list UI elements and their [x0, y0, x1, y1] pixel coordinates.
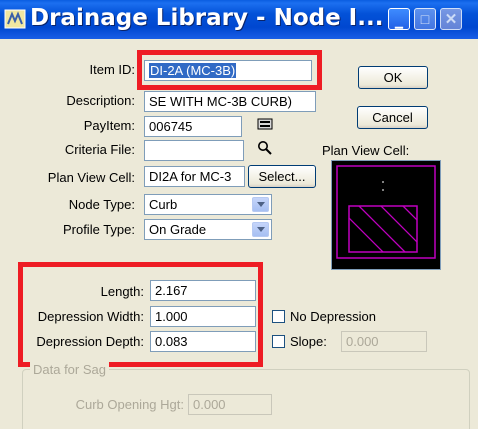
- depression-depth-label: Depression Depth:: [36, 334, 144, 349]
- no-depression-checkbox[interactable]: [272, 310, 285, 323]
- item-id-highlight: [137, 50, 322, 90]
- select-cell-button[interactable]: Select...: [248, 165, 316, 188]
- node-type-value: Curb: [149, 197, 178, 212]
- profile-type-label: Profile Type:: [62, 222, 135, 237]
- window-title: Drainage Library - Node I...: [30, 5, 384, 31]
- item-id-label: Item ID:: [89, 62, 135, 77]
- minimize-button[interactable]: ▁: [388, 8, 410, 30]
- close-button[interactable]: ✕: [440, 8, 462, 30]
- profile-type-value: On Grade: [149, 222, 207, 237]
- profile-type-select[interactable]: On Grade: [144, 219, 272, 240]
- description-input[interactable]: SE WITH MC-3B CURB): [144, 91, 316, 112]
- plan-view-cell-preview-label: Plan View Cell:: [322, 143, 410, 158]
- length-input[interactable]: 2.167: [150, 280, 256, 301]
- maximize-button[interactable]: □: [414, 8, 436, 30]
- ok-button[interactable]: OK: [358, 66, 428, 89]
- title-bar[interactable]: Drainage Library - Node I... ▁ □ ✕: [0, 0, 478, 39]
- chevron-down-icon[interactable]: [252, 197, 269, 212]
- slope-label: Slope:: [290, 334, 327, 349]
- sag-group-title: Data for Sag: [30, 362, 109, 377]
- cell-drawing-icon: [336, 165, 436, 259]
- curb-opening-height-label: Curb Opening Hgt:: [75, 397, 184, 412]
- slope-input[interactable]: 0.000: [341, 331, 427, 352]
- plan-view-cell-input[interactable]: DI2A for MC-3: [144, 166, 245, 187]
- magnifier-icon[interactable]: [257, 140, 273, 156]
- keyboard-icon[interactable]: [257, 117, 273, 131]
- depression-depth-input[interactable]: 0.083: [150, 331, 256, 352]
- criteria-file-label: Criteria File:: [64, 142, 135, 157]
- criteria-file-input[interactable]: [144, 140, 244, 161]
- length-label: Length:: [100, 284, 144, 299]
- drainage-app-icon: [4, 9, 26, 29]
- node-type-label: Node Type:: [68, 197, 135, 212]
- plan-view-cell-label: Plan View Cell:: [47, 170, 135, 185]
- depression-width-label: Depression Width:: [37, 309, 144, 324]
- slope-checkbox[interactable]: [272, 335, 285, 348]
- no-depression-label: No Depression: [290, 309, 376, 324]
- depression-width-input[interactable]: 1.000: [150, 306, 256, 327]
- node-type-select[interactable]: Curb: [144, 194, 272, 215]
- curb-opening-height-input[interactable]: 0.000: [188, 394, 272, 415]
- cancel-button[interactable]: Cancel: [357, 106, 428, 129]
- description-label: Description:: [66, 93, 135, 108]
- pay-item-input[interactable]: 006745: [144, 116, 242, 137]
- pay-item-label: PayItem:: [83, 118, 135, 133]
- chevron-down-icon[interactable]: [252, 222, 269, 237]
- plan-view-cell-preview: [331, 160, 441, 270]
